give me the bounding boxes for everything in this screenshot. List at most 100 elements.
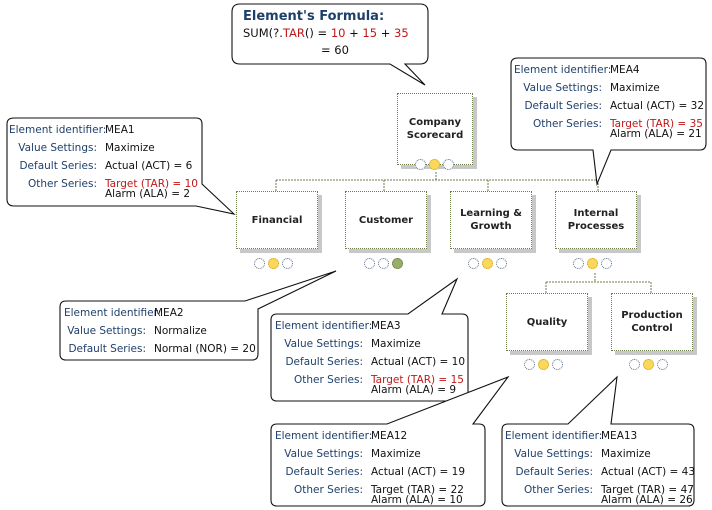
label-value-settings: Value Settings: xyxy=(523,82,602,94)
status-lights-company-scorecard xyxy=(415,159,454,170)
node-label: Control xyxy=(631,323,673,334)
status-light-icon xyxy=(254,258,265,269)
value-value-settings: Maximize xyxy=(105,142,155,154)
value-value-settings: Maximize xyxy=(601,448,651,460)
formula-prefix: SUM(?. xyxy=(243,26,283,40)
status-light-icon xyxy=(496,258,507,269)
status-light-icon xyxy=(538,359,549,370)
status-lights-customer xyxy=(364,258,403,269)
value-value-settings: Maximize xyxy=(610,82,660,94)
label-value-settings: Value Settings: xyxy=(514,448,593,460)
node-label: Processes xyxy=(567,221,625,232)
formula-func: TAR xyxy=(282,26,305,40)
label-element-identifier: Element identifier: xyxy=(275,430,373,442)
node-label: Quality xyxy=(526,316,568,328)
status-lights-internal-processes xyxy=(573,258,612,269)
value-alarm-series: Alarm (ALA) = 26 xyxy=(601,494,693,506)
label-element-identifier: Element identifier: xyxy=(9,124,107,136)
value-default-series: Normal (NOR) = 20 xyxy=(154,343,256,355)
status-light-icon xyxy=(468,258,479,269)
label-value-settings: Value Settings: xyxy=(18,142,97,154)
value-alarm-series: Alarm (ALA) = 9 xyxy=(371,384,457,396)
status-light-icon xyxy=(443,159,454,170)
label-value-settings: Value Settings: xyxy=(284,448,363,460)
label-default-series: Default Series: xyxy=(285,356,363,368)
label-other-series: Other Series: xyxy=(294,374,363,386)
node-financial[interactable]: Financial xyxy=(236,191,318,249)
status-lights-financial xyxy=(254,258,293,269)
value-value-settings: Normalize xyxy=(154,325,207,337)
node-production-control[interactable]: Production Control xyxy=(611,293,693,351)
node-quality[interactable]: Quality xyxy=(506,293,588,351)
value-value-settings: Maximize xyxy=(371,448,421,460)
label-other-series: Other Series: xyxy=(533,118,602,130)
node-label: Financial xyxy=(251,214,303,226)
status-lights-production-control xyxy=(629,359,668,370)
value-element-identifier: MEA4 xyxy=(610,64,640,76)
label-default-series: Default Series: xyxy=(285,466,363,478)
node-internal-processes[interactable]: Internal Processes xyxy=(555,191,637,249)
formula-eq: = xyxy=(313,26,331,40)
value-alarm-series: Alarm (ALA) = 10 xyxy=(371,494,463,506)
value-default-series: Actual (ACT) = 43 xyxy=(601,466,696,478)
node-learning-growth[interactable]: Learning & Growth xyxy=(450,191,532,249)
node-label: Company xyxy=(408,117,462,128)
label-element-identifier: Element identifier: xyxy=(514,64,612,76)
status-light-icon xyxy=(364,258,375,269)
value-element-identifier: MEA13 xyxy=(601,430,638,442)
value-element-identifier: MEA3 xyxy=(371,320,401,332)
status-light-icon xyxy=(629,359,640,370)
status-light-icon xyxy=(573,258,584,269)
formula-paren: () xyxy=(304,26,314,40)
formula-term-c: 35 xyxy=(394,26,409,40)
callout-mea3: Element identifier: MEA3 Value Settings: M… xyxy=(275,317,465,396)
label-value-settings: Value Settings: xyxy=(67,325,146,337)
status-light-icon xyxy=(282,258,293,269)
value-element-identifier: MEA2 xyxy=(154,307,184,319)
value-default-series: Actual (ACT) = 19 xyxy=(371,466,466,478)
formula-expression: SUM(?.TAR() = 10 + 15 + 35 xyxy=(243,25,409,42)
status-light-icon xyxy=(524,359,535,370)
label-default-series: Default Series: xyxy=(68,343,146,355)
label-default-series: Default Series: xyxy=(524,100,602,112)
callout-mea1: Element identifier: MEA1 Value Settings: M… xyxy=(9,121,198,200)
node-label: Production xyxy=(621,310,683,321)
formula-result: = 60 xyxy=(321,43,349,57)
label-default-series: Default Series: xyxy=(515,466,593,478)
label-element-identifier: Element identifier: xyxy=(275,320,373,332)
callout-mea4: Element identifier: MEA4 Value Settings: M… xyxy=(514,61,704,140)
value-alarm-series: Alarm (ALA) = 2 xyxy=(105,188,191,200)
callout-mea13: Element identifier: MEA13 Value Settings:… xyxy=(505,427,695,506)
value-default-series: Actual (ACT) = 10 xyxy=(371,356,466,368)
formula-title: Element's Formula: xyxy=(243,9,385,24)
formula-term-b: 15 xyxy=(362,26,378,40)
status-light-icon xyxy=(601,258,612,269)
label-element-identifier: Element identifier: xyxy=(64,307,162,319)
status-light-icon xyxy=(392,258,403,269)
node-label: Internal xyxy=(573,208,619,219)
formula-callout: Element's Formula: SUM(?.TAR() = 10 + 15… xyxy=(243,8,409,59)
status-light-icon xyxy=(657,359,668,370)
label-element-identifier: Element identifier: xyxy=(505,430,603,442)
status-lights-learning-growth xyxy=(468,258,507,269)
label-other-series: Other Series: xyxy=(294,484,363,496)
label-value-settings: Value Settings: xyxy=(284,338,363,350)
node-label: Growth xyxy=(470,221,512,232)
status-light-icon xyxy=(552,359,563,370)
formula-plus: + xyxy=(377,26,395,40)
formula-plus: + xyxy=(345,26,363,40)
value-element-identifier: MEA1 xyxy=(105,124,135,136)
node-company-scorecard[interactable]: Company Scorecard xyxy=(397,93,473,165)
status-light-icon xyxy=(429,159,440,170)
status-light-icon xyxy=(643,359,654,370)
label-default-series: Default Series: xyxy=(19,160,97,172)
value-value-settings: Maximize xyxy=(371,338,421,350)
value-element-identifier: MEA12 xyxy=(371,430,408,442)
status-lights-quality xyxy=(524,359,563,370)
label-other-series: Other Series: xyxy=(28,178,97,190)
status-light-icon xyxy=(587,258,598,269)
status-light-icon xyxy=(268,258,279,269)
callout-mea12: Element identifier: MEA12 Value Settings:… xyxy=(275,427,465,506)
value-default-series: Actual (ACT) = 6 xyxy=(105,160,193,172)
node-customer[interactable]: Customer xyxy=(345,191,427,249)
